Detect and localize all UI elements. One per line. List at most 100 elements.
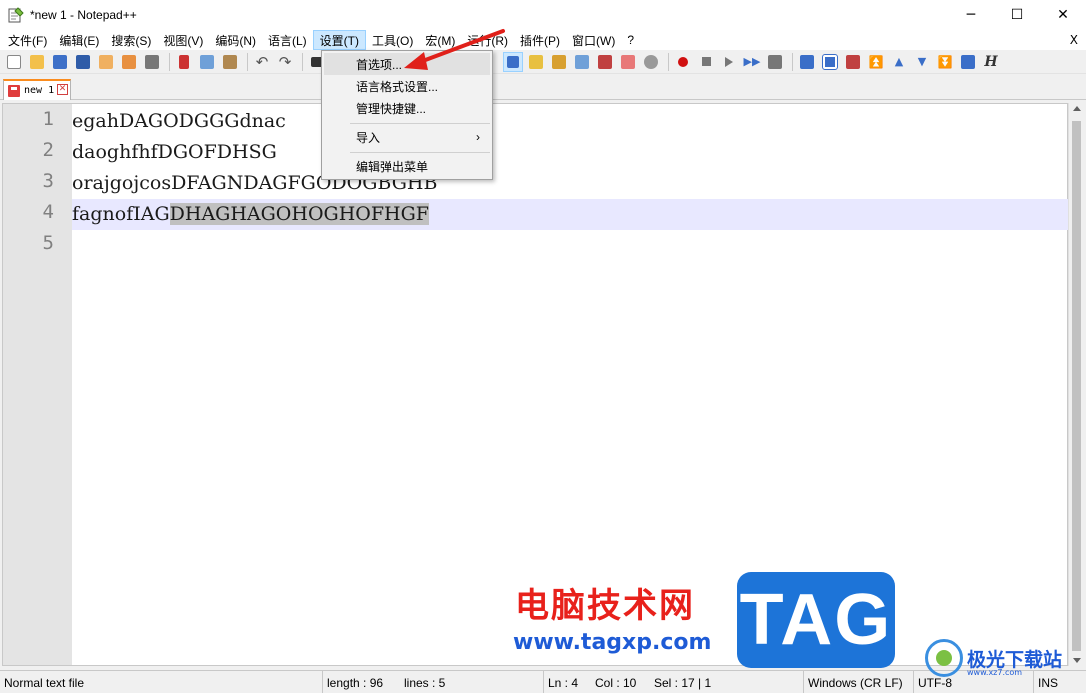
first-diff-button[interactable]: ⏫: [866, 52, 886, 72]
menu-view[interactable]: 视图(V): [157, 30, 209, 50]
paste-button[interactable]: [220, 52, 240, 72]
save-all-icon: [76, 54, 90, 69]
settings-dropdown-menu: 首选项... 语言格式设置... 管理快捷键... 导入 › 编辑弹出菜单: [321, 50, 493, 180]
tab-bar: new 1 ✕: [0, 76, 1086, 100]
watermark-logo-sub: www.xz7.com: [967, 668, 1023, 677]
user-lang-button[interactable]: [526, 52, 546, 72]
close-button[interactable]: [96, 52, 116, 72]
menu-item-label: 首选项...: [356, 57, 403, 72]
watermark-site-name: 电脑技术网: [515, 586, 695, 626]
undo-button[interactable]: ↶: [252, 52, 272, 72]
minimize-button[interactable]: ─: [948, 0, 994, 30]
doc-map-button[interactable]: [549, 52, 569, 72]
doc-map-icon: [552, 54, 566, 69]
menu-settings[interactable]: 设置(T): [312, 30, 366, 50]
compare-button[interactable]: [820, 52, 840, 72]
next-diff-button[interactable]: ▼: [912, 52, 932, 72]
status-eol[interactable]: Windows (CR LF): [803, 671, 913, 693]
menu-search[interactable]: 搜索(S): [105, 30, 157, 50]
status-col: Col : 10: [595, 675, 637, 690]
folder-workspace-button[interactable]: [618, 52, 638, 72]
redo-button[interactable]: ↷: [275, 52, 295, 72]
view-in-browser-button[interactable]: [797, 52, 817, 72]
code-line[interactable]: egahDAGODGGGdnac: [72, 106, 1068, 137]
cut-button[interactable]: [174, 52, 194, 72]
macro-record-button[interactable]: [673, 52, 693, 72]
notepad-app-icon: [8, 7, 24, 23]
menu-help[interactable]: ?: [621, 30, 640, 50]
monitoring-button[interactable]: [641, 52, 661, 72]
maximize-button[interactable]: ☐: [994, 0, 1040, 30]
indent-guide-icon: [507, 55, 519, 68]
menu-plugins[interactable]: 插件(P): [514, 30, 566, 50]
code-line[interactable]: [72, 230, 1068, 261]
scroll-thumb[interactable]: [1072, 121, 1081, 651]
menu-item-style-configurator[interactable]: 语言格式设置...: [324, 75, 490, 97]
last-diff-button[interactable]: ⏬: [935, 52, 955, 72]
open-file-button[interactable]: [27, 52, 47, 72]
close-document-button[interactable]: X: [1070, 30, 1078, 50]
tab-label: new 1: [24, 85, 55, 96]
window-controls: ─ ☐ ✕: [948, 0, 1086, 30]
current-code-line[interactable]: fagnofIAGDHAGHAGOHOGHOFHGF: [72, 199, 1068, 230]
indent-guide-button[interactable]: [503, 51, 523, 72]
print-icon: [145, 54, 159, 69]
menu-tools[interactable]: 工具(O): [366, 30, 419, 50]
toolbar-separator: [302, 52, 303, 71]
close-all-button[interactable]: [119, 52, 139, 72]
toolbar-separator: [247, 52, 248, 71]
close-window-button[interactable]: ✕: [1040, 0, 1086, 30]
tab-new-1[interactable]: new 1 ✕: [3, 79, 71, 100]
menu-edit[interactable]: 编辑(E): [53, 30, 105, 50]
redo-icon: ↷: [278, 52, 292, 71]
tab-close-button[interactable]: ✕: [57, 84, 68, 95]
code-line[interactable]: daoghfhfDGOFDHSG: [72, 137, 1068, 168]
toolbar: ↶ ↷ ¶ ▶▶ ⏫ ▲ ▼ ⏬ H: [0, 50, 1086, 74]
status-length: length : 96: [322, 671, 400, 693]
function-list-button[interactable]: [595, 52, 615, 72]
menu-item-edit-popup-menu[interactable]: 编辑弹出菜单: [324, 155, 490, 177]
scroll-up-icon[interactable]: [1073, 106, 1081, 111]
print-button[interactable]: [142, 52, 162, 72]
download-icon: [800, 54, 814, 69]
code-line[interactable]: orajgojcosDFAGNDAGFGODOGBGHB: [72, 168, 1068, 199]
menu-item-label: 导入: [356, 130, 381, 145]
macro-save-button[interactable]: [765, 52, 785, 72]
save-all-button[interactable]: [73, 52, 93, 72]
line-text: fagnofIAG: [72, 203, 170, 225]
line-number: 1: [42, 108, 54, 130]
compare-icon: [822, 53, 838, 70]
nav-bar-button[interactable]: [958, 52, 978, 72]
macro-play-button[interactable]: [719, 52, 739, 72]
save-button[interactable]: [50, 52, 70, 72]
line-text: egahDAGODGGGdnac: [72, 110, 286, 132]
menu-window[interactable]: 窗口(W): [566, 30, 621, 50]
new-file-button[interactable]: [4, 52, 24, 72]
menu-file[interactable]: 文件(F): [2, 30, 53, 50]
html-button[interactable]: H: [981, 52, 1001, 72]
macro-record-icon: [678, 56, 688, 67]
user-lang-icon: [529, 54, 543, 69]
copy-button[interactable]: [197, 52, 217, 72]
submenu-arrow-icon: ›: [476, 130, 480, 144]
arrow-up-icon: ▲: [894, 55, 904, 68]
clear-compare-button[interactable]: [843, 52, 863, 72]
doc-list-button[interactable]: [572, 52, 592, 72]
line-number: 5: [42, 232, 54, 254]
menu-language[interactable]: 语言(L): [262, 30, 313, 50]
menu-bar: 文件(F) 编辑(E) 搜索(S) 视图(V) 编码(N) 语言(L) 设置(T…: [0, 30, 1086, 50]
menu-macro[interactable]: 宏(M): [419, 30, 461, 50]
menu-item-preferences[interactable]: 首选项...: [324, 53, 490, 75]
arrow-down-icon: ▼: [917, 55, 927, 68]
macro-stop-button[interactable]: [696, 52, 716, 72]
toolbar-separator: [169, 52, 170, 71]
macro-run-multiple-button[interactable]: ▶▶: [742, 52, 762, 72]
menu-encoding[interactable]: 编码(N): [209, 30, 262, 50]
vertical-scrollbar[interactable]: [1068, 103, 1084, 666]
line-number: 2: [42, 139, 54, 161]
prev-diff-button[interactable]: ▲: [889, 52, 909, 72]
menu-item-shortcut-mapper[interactable]: 管理快捷键...: [324, 97, 490, 119]
watermark-download-logo: 极光下载站 www.xz7.com: [925, 638, 1081, 678]
menu-item-import[interactable]: 导入 ›: [324, 126, 490, 148]
menu-run[interactable]: 运行(R): [461, 30, 514, 50]
